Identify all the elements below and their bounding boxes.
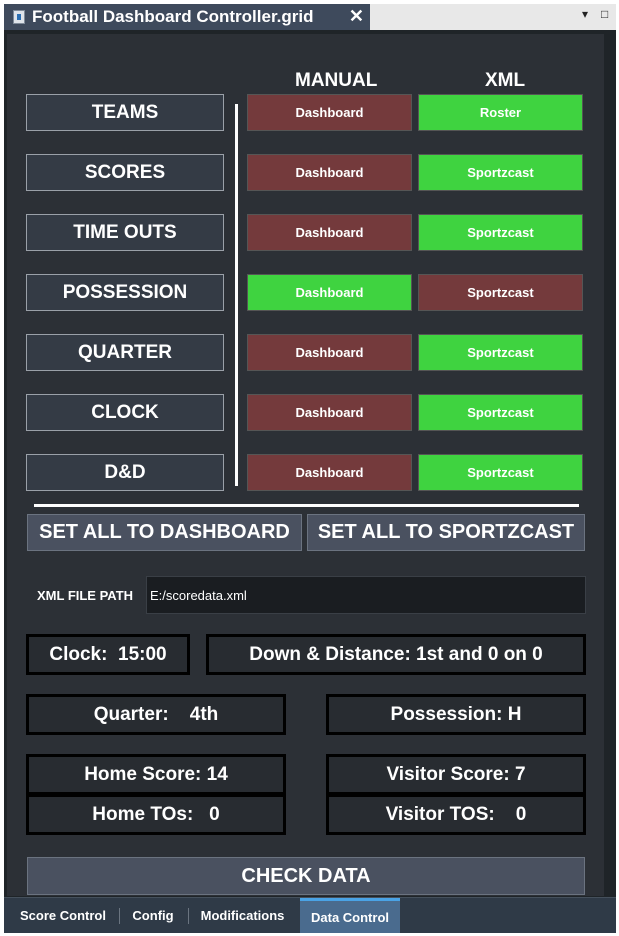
quarter-manual-button[interactable]: Dashboard xyxy=(247,334,412,371)
visitor-timeouts-readout: Visitor TOS: 0 xyxy=(326,794,586,835)
clock-manual-button[interactable]: Dashboard xyxy=(247,394,412,431)
horizontal-divider xyxy=(34,504,579,507)
possession-xml-button[interactable]: Sportzcast xyxy=(418,274,583,311)
scores-xml-button[interactable]: Sportzcast xyxy=(418,154,583,191)
teams-xml-button[interactable]: Roster xyxy=(418,94,583,131)
tab-config[interactable]: Config xyxy=(122,898,184,933)
visitor-score-readout: Visitor Score: 7 xyxy=(326,754,586,795)
vertical-divider xyxy=(235,104,238,486)
category-clock: CLOCK xyxy=(26,394,224,431)
time-outs-xml-button[interactable]: Sportzcast xyxy=(418,214,583,251)
category-scores: SCORES xyxy=(26,154,224,191)
set-all-sportzcast-button[interactable]: SET ALL TO SPORTZCAST xyxy=(307,514,585,551)
possession-manual-button[interactable]: Dashboard xyxy=(247,274,412,311)
category-quarter: QUARTER xyxy=(26,334,224,371)
tab-separator xyxy=(119,908,120,924)
xml-file-path-label: XML FILE PATH xyxy=(37,588,134,603)
time-outs-manual-button[interactable]: Dashboard xyxy=(247,214,412,251)
possession-readout: Possession: H xyxy=(326,694,586,735)
category-down-distance: D&D xyxy=(26,454,224,491)
manual-column-header: MANUAL xyxy=(295,70,378,91)
category-time-outs: TIME OUTS xyxy=(26,214,224,251)
xml-file-path-input[interactable] xyxy=(146,576,586,614)
window-title: Football Dashboard Controller.grid xyxy=(32,7,314,26)
home-timeouts-readout: Home TOs: 0 xyxy=(26,794,286,835)
document-tab[interactable]: Football Dashboard Controller.grid ✕ xyxy=(4,4,370,30)
tab-score-control[interactable]: Score Control xyxy=(10,898,116,933)
category-possession: POSSESSION xyxy=(26,274,224,311)
teams-manual-button[interactable]: Dashboard xyxy=(247,94,412,131)
bottom-tab-bar: Score Control Config Modifications Data … xyxy=(4,897,616,933)
category-teams: TEAMS xyxy=(26,94,224,131)
down-distance-readout: Down & Distance: 1st and 0 on 0 xyxy=(206,634,586,675)
quarter-readout: Quarter: 4th xyxy=(26,694,286,735)
tab-data-control[interactable]: Data Control xyxy=(300,898,400,933)
set-all-dashboard-button[interactable]: SET ALL TO DASHBOARD xyxy=(27,514,302,551)
xml-column-header: XML xyxy=(485,70,526,91)
minimize-icon[interactable]: ▾ xyxy=(582,7,588,21)
quarter-xml-button[interactable]: Sportzcast xyxy=(418,334,583,371)
title-bar: Football Dashboard Controller.grid ✕ ▾ □ xyxy=(4,4,616,30)
down-distance-manual-button[interactable]: Dashboard xyxy=(247,454,412,491)
data-control-panel: MANUAL XML TEAMS Dashboard Roster SCORES… xyxy=(7,34,604,896)
clock-xml-button[interactable]: Sportzcast xyxy=(418,394,583,431)
scores-manual-button[interactable]: Dashboard xyxy=(247,154,412,191)
app-window: Football Dashboard Controller.grid ✕ ▾ □… xyxy=(4,4,616,933)
tab-separator xyxy=(188,908,189,924)
tab-modifications[interactable]: Modifications xyxy=(191,898,294,933)
home-score-readout: Home Score: 14 xyxy=(26,754,286,795)
check-data-button[interactable]: CHECK DATA xyxy=(27,857,585,895)
down-distance-xml-button[interactable]: Sportzcast xyxy=(418,454,583,491)
close-tab-button[interactable]: ✕ xyxy=(349,6,364,27)
grid-file-icon xyxy=(13,10,25,24)
clock-readout: Clock: 15:00 xyxy=(26,634,190,675)
maximize-icon[interactable]: □ xyxy=(601,7,608,21)
